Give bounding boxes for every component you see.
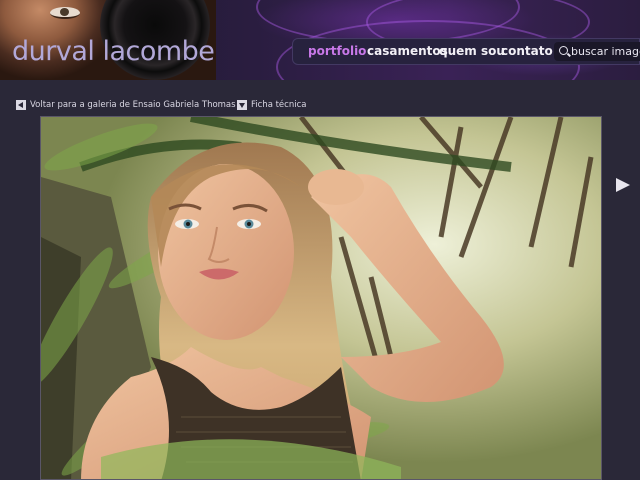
ficha-tecnica-link[interactable]: Ficha técnica [237, 99, 306, 111]
back-to-gallery-link[interactable]: Voltar para a galeria de Ensaio Gabriela… [16, 99, 236, 111]
search-input[interactable] [571, 44, 640, 59]
nav-quem-sou[interactable]: quem sou [439, 44, 505, 58]
search-icon[interactable] [559, 46, 568, 55]
portrait-photo-illustration [41, 117, 601, 479]
nav-portfolio[interactable]: portfolio [308, 44, 366, 58]
main-nav: portfolio casamentos quem sou contato [292, 38, 640, 65]
gallery-photo[interactable] [40, 116, 602, 480]
ficha-tecnica-label[interactable]: Ficha técnica [251, 100, 306, 110]
back-to-gallery-label[interactable]: Voltar para a galeria de Ensaio Gabriela… [30, 100, 236, 110]
nav-casamentos[interactable]: casamentos [367, 44, 448, 58]
search-box[interactable] [554, 42, 640, 61]
next-photo-arrow-icon[interactable] [616, 178, 630, 192]
expand-down-icon[interactable] [237, 100, 247, 110]
eye-detail [50, 7, 80, 19]
back-arrow-icon[interactable] [16, 100, 26, 110]
logo-photo[interactable]: durval lacombe [0, 0, 216, 80]
nav-contato[interactable]: contato [501, 44, 553, 58]
site-header: durval lacombe portfolio casamentos quem… [0, 0, 640, 80]
logo-text[interactable]: durval lacombe [12, 36, 215, 68]
